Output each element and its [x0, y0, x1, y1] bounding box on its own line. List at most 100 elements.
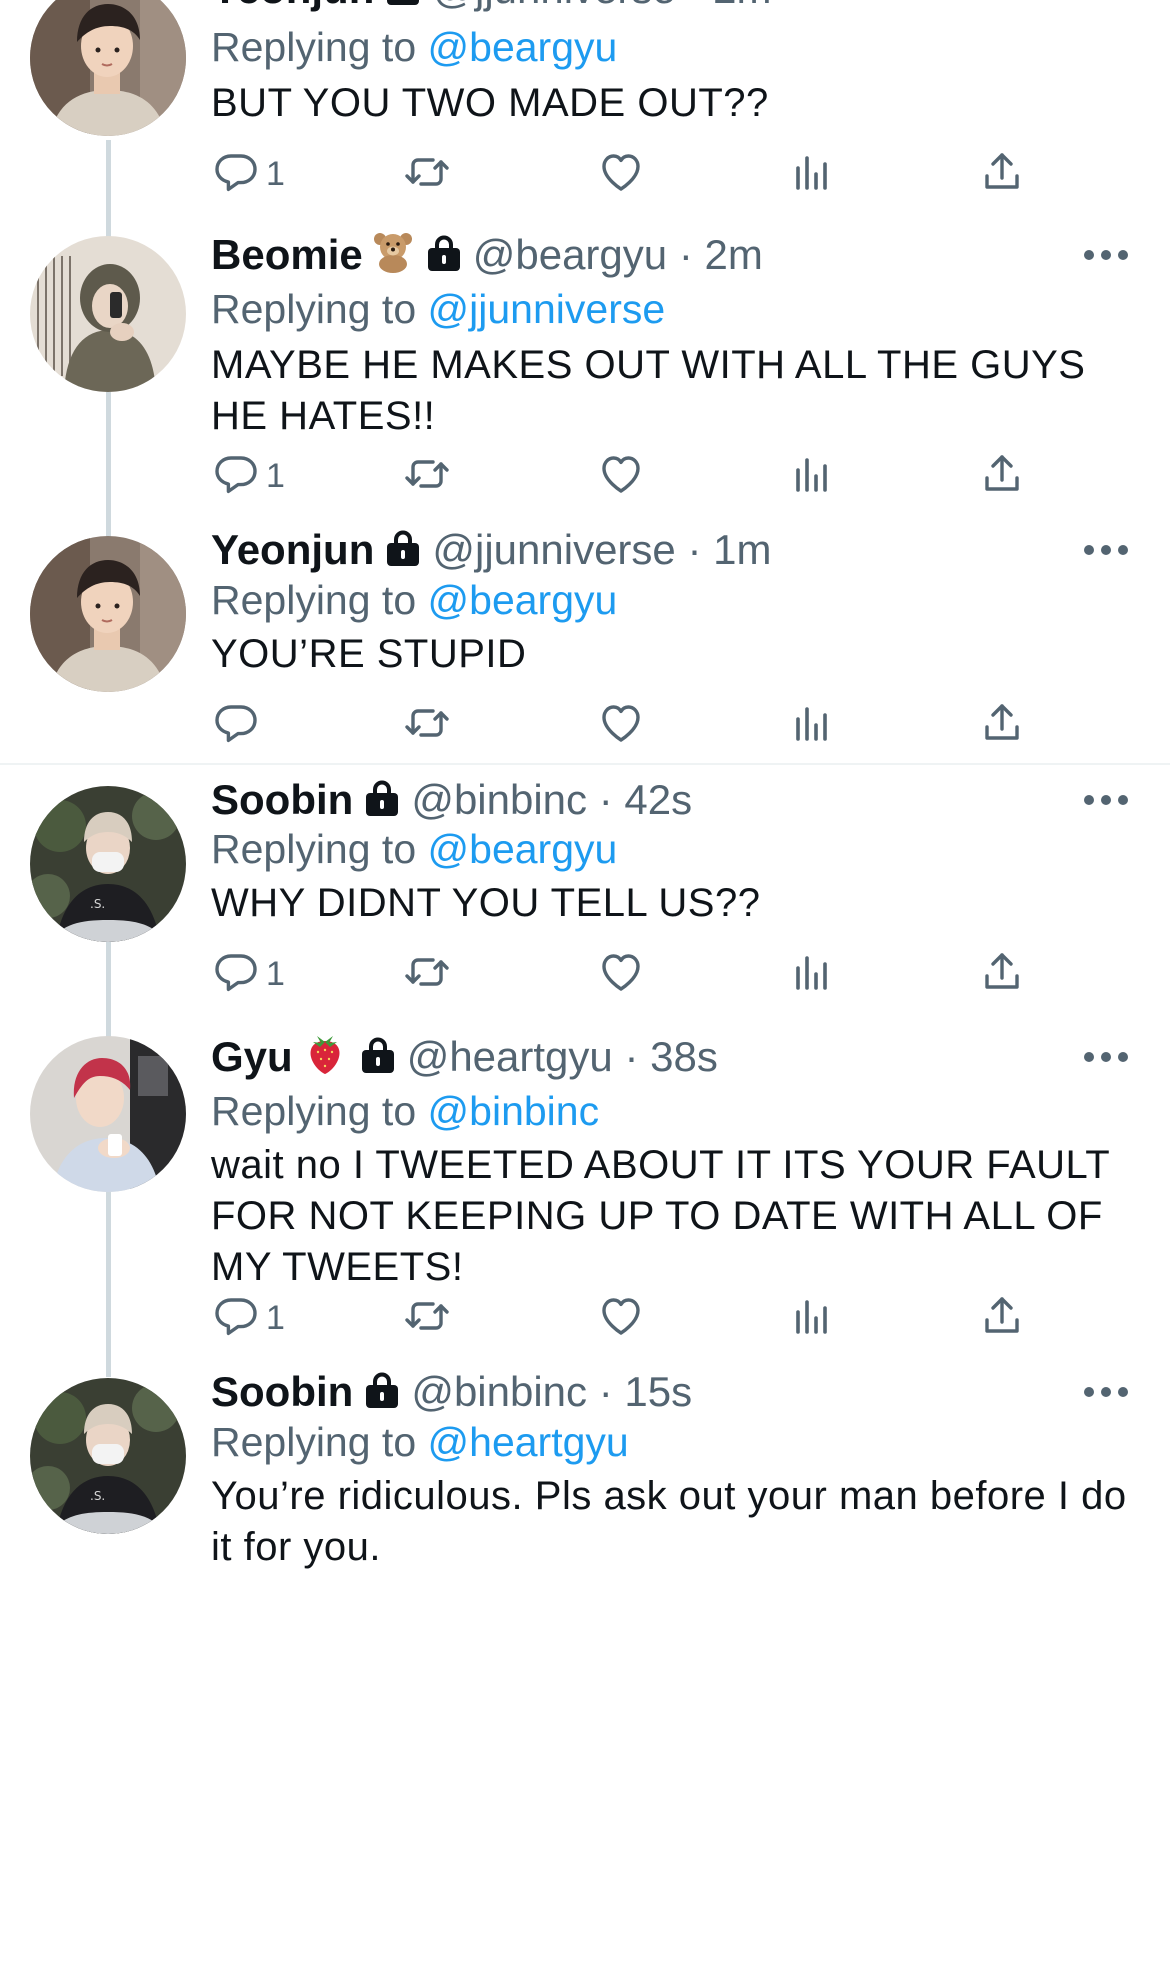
share-icon: [978, 699, 1026, 752]
retweet-button[interactable]: [403, 946, 451, 1002]
reply-count: 1: [266, 1298, 285, 1337]
display-name[interactable]: Gyu: [211, 1033, 293, 1080]
share-button[interactable]: [978, 146, 1026, 202]
like-button[interactable]: [597, 146, 645, 202]
share-icon: [978, 1292, 1026, 1345]
like-button[interactable]: [597, 697, 645, 753]
tweet-text: WHY DIDNT YOU TELL US??: [211, 881, 761, 925]
like-button[interactable]: [597, 448, 645, 504]
display-name[interactable]: Yeonjun: [211, 526, 374, 573]
avatar[interactable]: [30, 536, 186, 692]
lock-icon: [386, 528, 420, 578]
timestamp[interactable]: 1m: [713, 526, 771, 573]
avatar[interactable]: [30, 1036, 186, 1192]
lock-icon: [365, 778, 399, 828]
avatar[interactable]: .S.: [30, 1378, 186, 1534]
tweet-actions: 1: [0, 946, 1170, 1002]
like-button[interactable]: [597, 946, 645, 1002]
user-handle[interactable]: @binbinc: [411, 1368, 587, 1415]
tweet-text: YOU’RE STUPID: [211, 632, 527, 676]
retweet-icon: [403, 699, 451, 752]
timestamp[interactable]: 15s: [624, 1368, 692, 1415]
more-icon[interactable]: [1084, 1052, 1128, 1066]
display-name[interactable]: Beomie: [211, 231, 363, 278]
reply-button[interactable]: [212, 697, 266, 753]
views-button[interactable]: [788, 1290, 836, 1346]
replying-to-line: Replying to @beargyu: [211, 575, 617, 625]
more-icon[interactable]: [1084, 250, 1128, 264]
tweet-header: Beomie @beargyu · 2m: [211, 230, 763, 284]
tweet-text: MAYBE HE MAKES OUT WITH ALL THE GUYS HE …: [211, 343, 1086, 438]
retweet-icon: [403, 948, 451, 1001]
timestamp[interactable]: 2m: [713, 0, 771, 12]
views-button[interactable]: [788, 448, 836, 504]
separator-dot: ·: [598, 776, 613, 823]
views-button[interactable]: [788, 146, 836, 202]
retweet-icon: [403, 1292, 451, 1345]
views-icon: [788, 1292, 836, 1345]
more-icon[interactable]: [1084, 795, 1128, 809]
like-button[interactable]: [597, 1290, 645, 1346]
replying-to-label: Replying to: [211, 1088, 417, 1134]
share-icon: [978, 948, 1026, 1001]
user-handle[interactable]: @jjunniverse: [432, 526, 675, 573]
views-icon: [788, 699, 836, 752]
replying-to-link[interactable]: @beargyu: [428, 826, 618, 872]
more-icon[interactable]: [1084, 1387, 1128, 1401]
retweet-button[interactable]: [403, 1290, 451, 1346]
reply-button[interactable]: 1: [212, 146, 285, 202]
user-handle[interactable]: @jjunniverse: [432, 0, 675, 12]
share-button[interactable]: [978, 946, 1026, 1002]
more-icon[interactable]: [1084, 545, 1128, 559]
heart-icon: [597, 450, 645, 503]
timestamp[interactable]: 38s: [650, 1033, 718, 1080]
timestamp[interactable]: 2m: [704, 231, 762, 278]
tweet-header: Yeonjun @jjunniverse · 2m: [211, 0, 771, 17]
timestamp[interactable]: 42s: [624, 776, 692, 823]
separator-dot: ·: [624, 1033, 639, 1080]
lock-icon: [427, 233, 461, 283]
user-handle[interactable]: @heartgyu: [407, 1033, 613, 1080]
avatar[interactable]: [30, 236, 186, 392]
replying-to-link[interactable]: @jjunniverse: [428, 286, 666, 332]
reply-button[interactable]: 1: [212, 448, 285, 504]
reply-button[interactable]: 1: [212, 1290, 285, 1346]
retweet-button[interactable]: [403, 697, 451, 753]
user-handle[interactable]: @binbinc: [411, 776, 587, 823]
views-icon: [788, 948, 836, 1001]
share-button[interactable]: [978, 448, 1026, 504]
replying-to-link[interactable]: @beargyu: [428, 577, 618, 623]
separator-dot: ·: [678, 231, 693, 278]
retweet-button[interactable]: [403, 448, 451, 504]
replying-to-label: Replying to: [211, 577, 417, 623]
share-button[interactable]: [978, 1290, 1026, 1346]
share-button[interactable]: [978, 697, 1026, 753]
avatar[interactable]: .S.: [30, 786, 186, 942]
replying-to-link[interactable]: @beargyu: [428, 24, 618, 70]
replying-to-link[interactable]: @binbinc: [428, 1088, 600, 1134]
share-icon: [978, 450, 1026, 503]
replying-to-link[interactable]: @heartgyu: [428, 1419, 629, 1465]
avatar[interactable]: [30, 0, 186, 136]
replying-to-line: Replying to @heartgyu: [211, 1417, 629, 1467]
retweet-button[interactable]: [403, 146, 451, 202]
separator-dot: ·: [598, 1368, 613, 1415]
reply-button[interactable]: 1: [212, 946, 285, 1002]
user-handle[interactable]: @beargyu: [473, 231, 667, 278]
heart-icon: [597, 948, 645, 1001]
views-button[interactable]: [788, 946, 836, 1002]
tweet-header: Yeonjun @jjunniverse · 1m: [211, 525, 771, 578]
display-name[interactable]: Yeonjun: [211, 0, 374, 12]
display-name[interactable]: Soobin: [211, 776, 353, 823]
retweet-icon: [403, 450, 451, 503]
tweet-text: You’re ridiculous. Pls ask out your man …: [211, 1474, 1127, 1569]
display-name[interactable]: Soobin: [211, 1368, 353, 1415]
reply-count: 1: [266, 954, 285, 993]
svg-text:.S.: .S.: [90, 897, 105, 911]
heart-icon: [597, 699, 645, 752]
views-button[interactable]: [788, 697, 836, 753]
heart-icon: [597, 148, 645, 201]
reply-icon: [212, 450, 260, 503]
tweet-text: BUT YOU TWO MADE OUT??: [211, 81, 769, 125]
reply-icon: [212, 148, 260, 201]
